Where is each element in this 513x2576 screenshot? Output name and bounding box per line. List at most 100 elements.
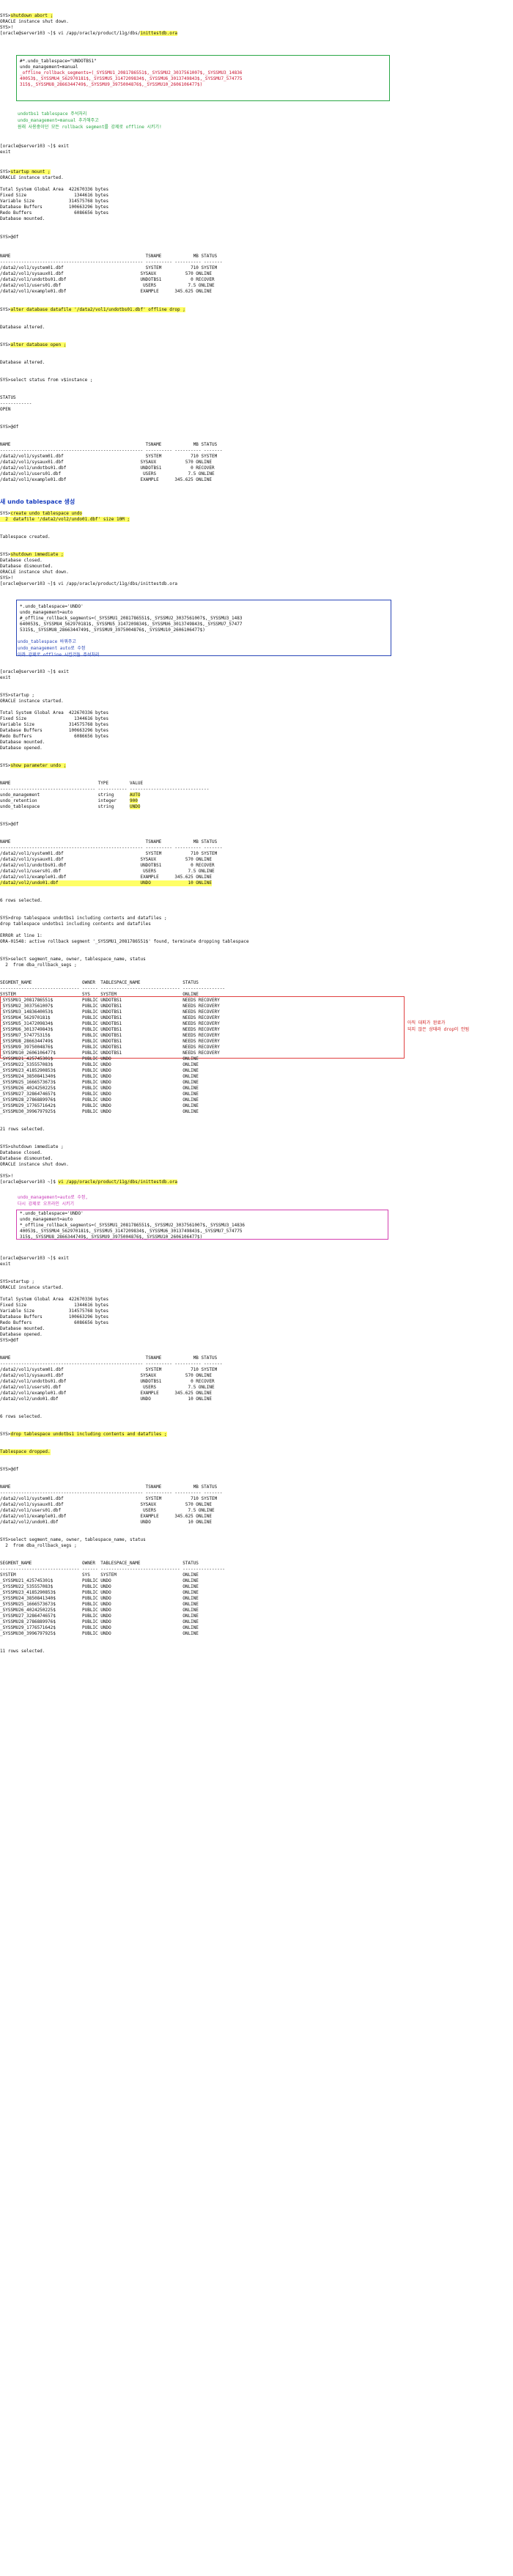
prompt-line: SYS>@df (0, 235, 19, 240)
output-line: Database dismounted. (0, 1156, 53, 1161)
table-row: /data2/vol1/users01.dbf USERS 7.5 ONLINE (0, 283, 215, 288)
prompt-line: 2 from dba_rollback_segs ; (0, 963, 77, 968)
table-separator: ------------ (0, 401, 32, 406)
annotation-note: 원래 사용중이던 모든 rollback segment를 강제로 offlin… (18, 125, 162, 130)
table-separator: ----------------------------------------… (0, 260, 223, 265)
output-line: Total System Global Area 422670336 bytes (0, 187, 109, 192)
output-line: exit (0, 1262, 11, 1267)
table-row: _SYSSMU23_4185290853$ PUBLIC UNDO ONLINE (0, 1590, 199, 1595)
table-row: /data2/vol1/users01.dbf USERS 7.5 ONLINE (0, 471, 215, 476)
output-line: 6 rows selected. (0, 1414, 43, 1419)
table-row: /data2/vol1/sysaux01.dbf SYSAUX 570 ONLI… (0, 271, 212, 276)
output-line: exit (0, 150, 11, 155)
table-row: /data2/vol1/sysaux01.dbf SYSAUX 570 ONLI… (0, 1373, 212, 1378)
prompt-line: SYS>shutdown immediate ; (0, 552, 64, 557)
annotation-note: undotbs1 tablespace 주석처리 (18, 111, 87, 117)
table-separator: ----------------------------------------… (0, 448, 223, 453)
vi-line: 315$,_SYSSMU8_2866344749$,_SYSSMU9_39750… (20, 1234, 203, 1240)
vi-line: *.undo_tablespace='UNDO' (20, 604, 84, 609)
table-row: /data2/vol1/example01.dbf EXAMPLE 345.62… (0, 1514, 212, 1519)
table-row: _SYSSMU30_3996797925$ PUBLIC UNDO ONLINE (0, 1109, 199, 1114)
output-line: Tablespace dropped. (0, 1449, 51, 1455)
prompt-line: SYS>startup ; (0, 1279, 34, 1284)
output-line: Database closed. (0, 1150, 43, 1155)
prompt-line: SYS>startup mount ; (0, 169, 51, 174)
cmd-offline-drop: alter database datafile '/data2/vol1/und… (10, 307, 185, 312)
shell-line: [oracle@server103 ~]$ vi /app/oracle/pro… (0, 31, 178, 36)
table-row: /data2/vol1/example01.dbf EXAMPLE 345.62… (0, 289, 212, 294)
output-line: ORACLE instance shut down. (0, 570, 69, 575)
output-line: Total System Global Area 422670336 bytes (0, 1297, 109, 1302)
output-line: Database dismounted. (0, 564, 53, 569)
table-header: STATUS (0, 395, 16, 400)
output-line: SYS>! (0, 1174, 14, 1179)
prompt-line: SYS>@df (0, 822, 19, 827)
output-line: Variable Size 314575768 bytes (0, 722, 109, 727)
cmd-shutdown-immediate: shutdown immediate ; (10, 552, 64, 557)
table-row: _SYSSMU26_4024250225$ PUBLIC UNDO ONLINE (0, 1086, 199, 1091)
table-row: undo_retention integer 900 (0, 798, 138, 803)
vi-line: *.undo_tablespace='UNDO' (20, 1211, 84, 1216)
output-line: ORACLE instance started. (0, 1285, 64, 1290)
table-header: SEGMENT_NAME OWNER TABLESPACE_NAME STATU… (0, 1561, 199, 1566)
shell-line: [oracle@server103 ~]$ exit (0, 1256, 69, 1261)
cmd-shutdown-abort: shutdown abort ; (10, 13, 53, 18)
output-line: Database mounted. (0, 216, 45, 221)
output-line: Fixed Size 1344616 bytes (0, 716, 109, 721)
table-row: /data2/vol1/undotbs01.dbf UNDOTBS1 0 REC… (0, 863, 215, 868)
table-row: /data2/vol1/sysaux01.dbf SYSAUX 570 ONLI… (0, 857, 212, 862)
init-file-name: inittestdb.ora (140, 31, 178, 36)
table-row: /data2/vol1/users01.dbf USERS 7.5 ONLINE (0, 1508, 215, 1513)
table-header: NAME TSNAME MB STATUS (0, 1484, 218, 1490)
table-row: /data2/vol1/undotbs01.dbf UNDOTBS1 0 REC… (0, 1379, 215, 1384)
recovery-highlight-box (0, 996, 405, 1059)
annotation-note: undo_management=auto로 수정, (18, 1195, 89, 1200)
output-line: Database altered. (0, 360, 45, 365)
shell-line: [oracle@server103 ~]$ vi /app/oracle/pro… (0, 581, 178, 586)
vi-line: 640053$,_SYSSMU4_562970181$,_SYSSMU5_314… (20, 622, 243, 627)
cmd-drop-tablespace: drop tablespace undotbs1 including conte… (10, 1432, 167, 1437)
output-line: 21 rows selected. (0, 1127, 45, 1132)
prompt-line: SYS>show parameter undo ; (0, 763, 67, 768)
vi-line: 40053$,_SYSSMU4_562970181$,_SYSSMU5_3147… (20, 1229, 243, 1234)
table-separator: ------------------------------ ------ --… (0, 1567, 226, 1572)
prompt-line: SYS>alter database open ; (0, 342, 67, 347)
output-line: Database Buffers 100663296 bytes (0, 1314, 109, 1320)
prompt-line: SYS>@df (0, 1338, 19, 1343)
table-row: /data2/vol1/example01.dbf EXAMPLE 345.62… (0, 1391, 212, 1396)
table-row: /data2/vol1/users01.dbf USERS 7.5 ONLINE (0, 869, 215, 874)
table-row: _SYSSMU21_425745301$ PUBLIC UNDO ONLINE (0, 1578, 199, 1583)
table-row: /data2/vol1/system01.dbf SYSTEM 710 SYST… (0, 1496, 218, 1501)
vi-line: undo_management=auto (20, 610, 73, 615)
table-row: _SYSSMU21_425745301$ PUBLIC UNDO ONLINE (0, 1056, 199, 1061)
output-line: ORACLE instance started. (0, 699, 64, 704)
prompt-line: SYS>shutdown immediate ; (0, 1144, 64, 1149)
table-row: /data2/vol2/undo01.dbf UNDO 10 ONLINE (0, 880, 212, 886)
output-line: 11 rows selected. (0, 1649, 45, 1654)
output-line: Database Buffers 100663296 bytes (0, 728, 109, 733)
vi-line: 40053$,_SYSSMU4_562970181$,_SYSSMU5_3147… (20, 76, 243, 81)
table-separator: ------------------------------------ ---… (0, 787, 210, 792)
output-line: SYS>! (0, 575, 14, 581)
prompt-line: 2 datafile '/data2/vol2/undo01.dbf' size… (0, 517, 130, 523)
table-row: _SYSSMU28_2786889976$ PUBLIC UNDO ONLINE (0, 1619, 199, 1624)
table-separator: ------------------------------ ------ --… (0, 986, 226, 991)
table-header: SEGMENT_NAME OWNER TABLESPACE_NAME STATU… (0, 980, 199, 985)
output-line: Total System Global Area 422670336 bytes (0, 710, 109, 715)
output-line: Database closed. (0, 558, 43, 563)
table-header: NAME TSNAME MB STATUS (0, 839, 218, 844)
table-header: NAME TSNAME MB STATUS (0, 254, 218, 259)
prompt-line: 2 from dba_rollback_segs ; (0, 1543, 77, 1548)
table-row: /data2/vol1/system01.dbf SYSTEM 710 SYST… (0, 1367, 218, 1372)
table-row: undo_tablespace string UNDO (0, 804, 141, 809)
annotation-note: undo_management=manual 추가해주고 (18, 118, 99, 123)
cmd-create-undo: create undo tablespace undo (10, 511, 82, 516)
table-row: _SYSSMU24_3850841340$ PUBLIC UNDO ONLINE (0, 1596, 199, 1601)
table-row: _SYSSMU26_4024250225$ PUBLIC UNDO ONLINE (0, 1608, 199, 1613)
table-row: _SYSSMU22_535557083$ PUBLIC UNDO ONLINE (0, 1062, 199, 1067)
output-line: ERROR at line 1: (0, 933, 43, 938)
table-row: _SYSSMU29_1776571642$ PUBLIC UNDO ONLINE (0, 1625, 199, 1630)
output-line: ORACLE instance started. (0, 175, 64, 180)
prompt-line: SYS>select segment_name, owner, tablespa… (0, 1537, 146, 1542)
annotation-note: 아직 대피가 완료가 (407, 1020, 446, 1026)
